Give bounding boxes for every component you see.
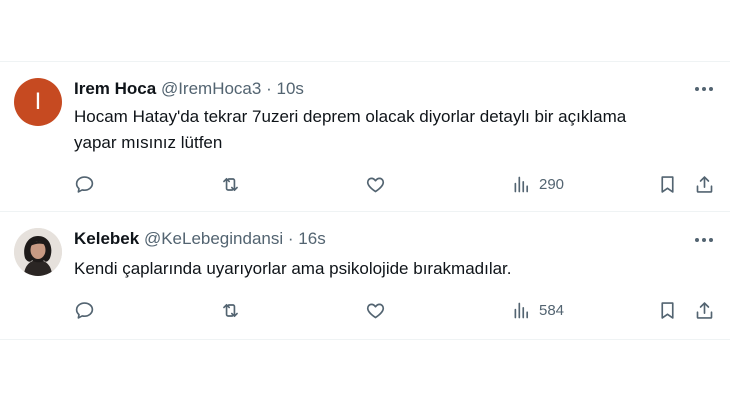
like-button[interactable] xyxy=(365,171,386,197)
reply-icon xyxy=(75,301,94,319)
like-icon xyxy=(366,303,385,318)
views-count: 290 xyxy=(539,175,565,193)
tweet-text-line: yapar mısınız lütfen xyxy=(74,133,223,152)
views-icon xyxy=(514,176,529,192)
display-name[interactable]: Kelebek xyxy=(74,229,139,248)
more-icon xyxy=(695,87,713,91)
user-handle[interactable]: @KeLebegindansi xyxy=(144,229,283,248)
timestamp[interactable]: 16s xyxy=(298,229,325,248)
bookmark-icon xyxy=(661,301,674,319)
views-button[interactable]: 584 xyxy=(511,297,564,323)
tweet-text: Kendi çaplarında uyarıyorlar ama psikolo… xyxy=(74,256,714,282)
views-button[interactable]: 290 xyxy=(511,171,564,197)
more-options-button[interactable] xyxy=(692,228,716,252)
reply-button[interactable] xyxy=(74,297,95,323)
retweet-icon xyxy=(223,177,238,191)
tweet-divider xyxy=(0,211,730,212)
action-bar: 290 xyxy=(74,171,718,197)
timestamp[interactable]: 10s xyxy=(276,79,303,98)
bookmark-button[interactable] xyxy=(657,297,678,323)
separator-dot: · xyxy=(287,229,294,248)
more-icon xyxy=(695,238,713,242)
like-icon xyxy=(366,177,385,192)
avatar[interactable]: I xyxy=(14,78,62,126)
views-icon xyxy=(514,302,529,318)
like-button[interactable] xyxy=(365,297,386,323)
reply-button[interactable] xyxy=(74,171,95,197)
display-name[interactable]: Irem Hoca xyxy=(74,79,156,98)
tweet-header: Irem Hoca @IremHoca3 · 10s xyxy=(74,78,304,100)
bottom-divider xyxy=(0,339,730,340)
share-button[interactable] xyxy=(694,171,715,197)
more-options-button[interactable] xyxy=(692,77,716,101)
retweet-button[interactable] xyxy=(220,171,241,197)
tweet-text-line: Kendi çaplarında uyarıyorlar ama psikolo… xyxy=(74,259,512,278)
share-button[interactable] xyxy=(694,297,715,323)
profile-photo xyxy=(14,228,62,276)
share-icon xyxy=(696,175,713,193)
tweet-text: Hocam Hatay'da tekrar 7uzeri deprem olac… xyxy=(74,104,714,156)
separator-dot: · xyxy=(266,79,272,98)
user-handle[interactable]: @IremHoca3 xyxy=(161,79,261,98)
tweet-text-line: Hocam Hatay'da tekrar 7uzeri deprem olac… xyxy=(74,107,627,126)
action-bar: 584 xyxy=(74,297,718,323)
tweet-header: Kelebek @KeLebegindansi · 16s xyxy=(74,228,326,250)
retweet-button[interactable] xyxy=(220,297,241,323)
top-divider xyxy=(0,61,730,62)
reply-icon xyxy=(75,175,94,193)
retweet-icon xyxy=(223,303,238,317)
avatar-letter: I xyxy=(34,88,42,115)
bookmark-button[interactable] xyxy=(657,171,678,197)
bookmark-icon xyxy=(661,175,674,193)
share-icon xyxy=(696,301,713,319)
views-count: 584 xyxy=(539,301,565,319)
avatar[interactable] xyxy=(14,228,62,276)
